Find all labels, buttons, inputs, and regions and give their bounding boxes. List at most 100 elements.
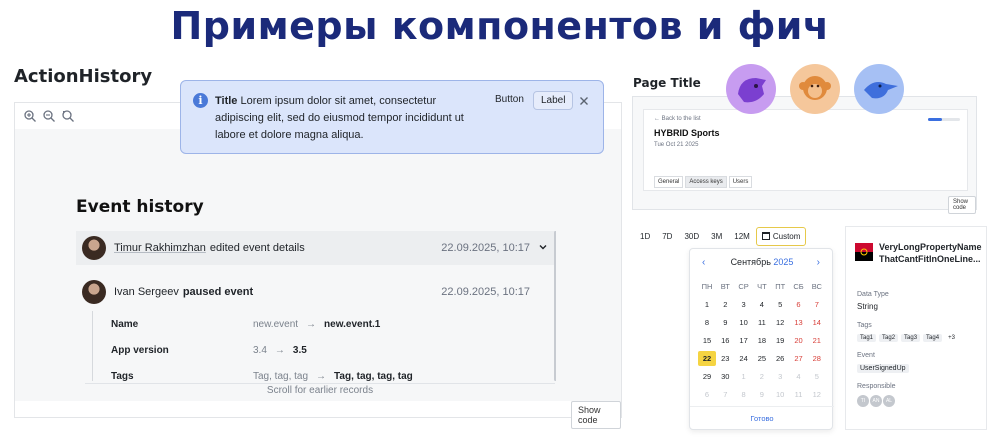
calendar-day[interactable]: 9: [716, 315, 734, 330]
calendar-day[interactable]: 14: [808, 315, 826, 330]
property-name-line-2: ThatCantFitInOneLine...: [879, 254, 981, 264]
range-30d[interactable]: 30D: [678, 227, 705, 246]
range-7d[interactable]: 7D: [656, 227, 678, 246]
more-tags-count[interactable]: +3: [945, 334, 958, 342]
calendar-day[interactable]: 19: [771, 333, 789, 348]
avatar: [82, 280, 106, 304]
calendar-day[interactable]: 23: [716, 351, 734, 366]
calendar-day[interactable]: 22: [698, 351, 716, 366]
range-1d[interactable]: 1D: [634, 227, 656, 246]
calendar-day[interactable]: 5: [771, 297, 789, 312]
calendar-day[interactable]: 1: [698, 297, 716, 312]
calendar-day[interactable]: 15: [698, 333, 716, 348]
calendar-day[interactable]: 27: [790, 351, 808, 366]
calendar-year[interactable]: 2025: [773, 257, 793, 267]
calendar-day[interactable]: 16: [716, 333, 734, 348]
calendar-day[interactable]: 7: [716, 387, 734, 402]
arrow-right-icon: →: [274, 344, 285, 356]
calendar-day[interactable]: 3: [735, 297, 753, 312]
date-range-selector: 1D 7D 30D 3M 12M Custom: [634, 227, 807, 246]
calendar-day[interactable]: 12: [771, 315, 789, 330]
calendar-day[interactable]: 10: [771, 387, 789, 402]
calendar-day[interactable]: 20: [790, 333, 808, 348]
calendar-day[interactable]: 6: [790, 297, 808, 312]
calendar-day[interactable]: 10: [735, 315, 753, 330]
calendar-day[interactable]: 13: [790, 315, 808, 330]
calendar-day[interactable]: 2: [716, 297, 734, 312]
calendar-month-year: Сентябрь 2025: [690, 257, 834, 267]
range-12m[interactable]: 12M: [728, 227, 756, 246]
chevron-right-icon[interactable]: ›: [817, 257, 820, 268]
show-code-button[interactable]: Show code: [948, 196, 976, 214]
calendar-day[interactable]: 12: [808, 387, 826, 402]
zoom-in-icon[interactable]: [23, 109, 37, 123]
range-custom[interactable]: Custom: [755, 227, 807, 246]
calendar-day[interactable]: 6: [698, 387, 716, 402]
data-type-label: Data Type: [857, 291, 889, 298]
calendar-day[interactable]: 9: [753, 387, 771, 402]
calendar-day[interactable]: 8: [735, 387, 753, 402]
calendar-day[interactable]: 7: [808, 297, 826, 312]
calendar-day[interactable]: 2: [753, 369, 771, 384]
calendar-day[interactable]: 11: [753, 315, 771, 330]
page-tabs: General Access keys Users: [654, 176, 753, 188]
property-card: VeryLongPropertyName ThatCantFitInOneLin…: [845, 226, 987, 430]
tag-chip[interactable]: Tag1: [857, 334, 877, 342]
tag-chip[interactable]: Tag3: [901, 334, 921, 342]
calendar-day[interactable]: 11: [790, 387, 808, 402]
detail-row: Name new.event → new.event.1: [92, 311, 532, 337]
calendar-day[interactable]: 21: [808, 333, 826, 348]
arrow-right-icon: →: [306, 318, 317, 330]
detail-key: App version: [111, 344, 169, 356]
toast-action-button[interactable]: Button: [495, 94, 524, 105]
event-user-name[interactable]: Ivan Sergeev: [114, 286, 179, 298]
page-name: HYBRID Sports: [654, 128, 720, 138]
reset-zoom-icon[interactable]: [61, 109, 75, 123]
calendar-day[interactable]: 25: [753, 351, 771, 366]
bird-mascot-icon: [854, 64, 904, 114]
property-name[interactable]: VeryLongPropertyName ThatCantFitInOneLin…: [879, 241, 983, 265]
toast-label-button[interactable]: Label: [533, 91, 574, 110]
tag-chip[interactable]: Tag4: [923, 334, 943, 342]
calendar-day[interactable]: 26: [771, 351, 789, 366]
calendar-day[interactable]: 1: [735, 369, 753, 384]
calendar-day[interactable]: 5: [808, 369, 826, 384]
scrollbar[interactable]: [554, 231, 556, 381]
avatar: [82, 236, 106, 260]
calendar-day[interactable]: 18: [753, 333, 771, 348]
tag-list: Tag1 Tag2 Tag3 Tag4 +3: [857, 334, 958, 342]
tab-users[interactable]: Users: [728, 176, 753, 188]
calendar-day[interactable]: 17: [735, 333, 753, 348]
back-link[interactable]: ← Back to the list: [654, 116, 701, 122]
chevron-down-icon[interactable]: [538, 242, 548, 252]
calendar-day[interactable]: 24: [735, 351, 753, 366]
calendar-icon: [761, 232, 770, 240]
event-row[interactable]: Ivan Sergeev paused event 22.09.2025, 10…: [76, 275, 556, 309]
calendar-day[interactable]: 8: [698, 315, 716, 330]
range-3m[interactable]: 3M: [705, 227, 728, 246]
calendar-month[interactable]: Сентябрь: [731, 257, 771, 267]
tag-chip[interactable]: Tag2: [879, 334, 899, 342]
close-icon[interactable]: [579, 93, 589, 105]
avatar[interactable]: TI: [857, 395, 869, 407]
event-date: 22.09.2025, 10:17: [441, 242, 530, 254]
calendar-day[interactable]: 3: [771, 369, 789, 384]
show-code-button[interactable]: Show code: [571, 401, 621, 429]
calendar-day[interactable]: 4: [790, 369, 808, 384]
calendar-day[interactable]: 30: [716, 369, 734, 384]
calendar-day[interactable]: 4: [753, 297, 771, 312]
tags-label: Tags: [857, 322, 872, 329]
tab-access-keys[interactable]: Access keys: [685, 176, 727, 188]
weekday-label: ВС: [811, 282, 822, 291]
calendar-day[interactable]: 28: [808, 351, 826, 366]
event-chip[interactable]: UserSignedUp: [857, 364, 909, 373]
event-row[interactable]: Timur Rakhimzhan edited event details 22…: [76, 231, 556, 265]
event-user-name[interactable]: Timur Rakhimzhan: [114, 242, 206, 254]
avatar[interactable]: AL: [883, 395, 895, 407]
tab-general[interactable]: General: [654, 176, 684, 188]
zoom-out-icon[interactable]: [42, 109, 56, 123]
calendar-done-button[interactable]: Готово: [690, 406, 834, 423]
avatar[interactable]: AN: [870, 395, 882, 407]
detail-row: App version 3.4 → 3.5: [92, 337, 532, 363]
calendar-day[interactable]: 29: [698, 369, 716, 384]
